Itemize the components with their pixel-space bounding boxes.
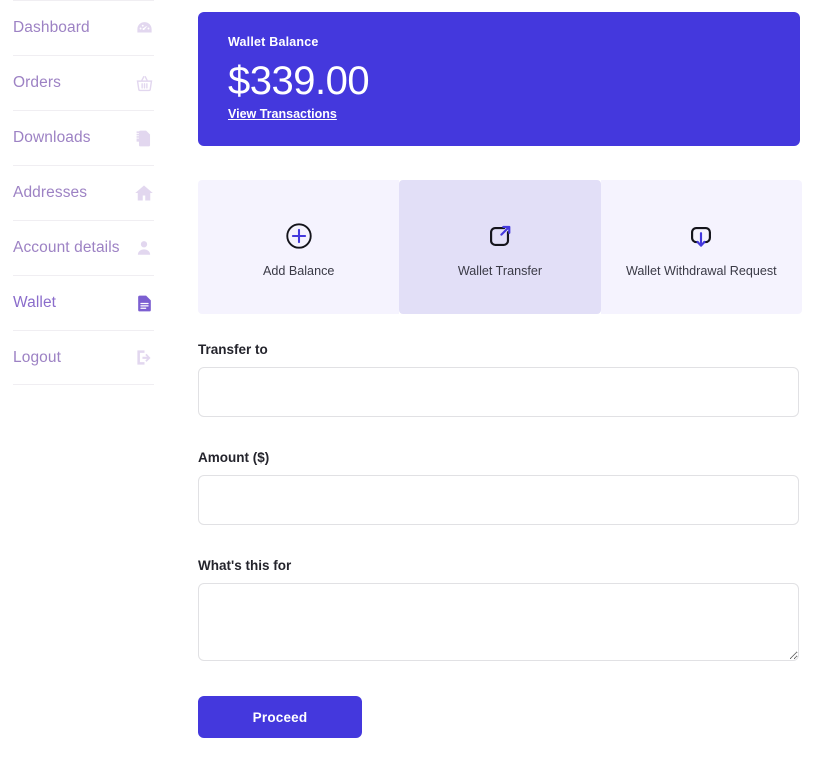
sidebar-item-label: Orders [13, 74, 61, 92]
sidebar-item-label: Downloads [13, 129, 91, 147]
tab-add-balance[interactable]: Add Balance [198, 180, 399, 314]
purpose-label: What's this for [198, 558, 799, 573]
wallet-main-content: Wallet Balance $339.00 View Transactions… [198, 0, 800, 738]
tab-label: Wallet Transfer [458, 264, 542, 278]
sidebar-menu: Dashboard Orders Downl [0, 0, 167, 385]
withdraw-arrow-icon [679, 216, 723, 256]
sidebar-item-label: Wallet [13, 294, 56, 312]
form-spacer [198, 417, 799, 450]
form-spacer [198, 525, 799, 558]
wallet-account-page: Dashboard Orders Downl [0, 0, 824, 776]
wallet-balance-title: Wallet Balance [228, 36, 770, 49]
transfer-to-input[interactable] [198, 367, 799, 417]
basket-icon [134, 73, 154, 93]
tab-label: Add Balance [263, 264, 334, 278]
tab-wallet-transfer[interactable]: Wallet Transfer [399, 180, 600, 314]
view-transactions-link[interactable]: View Transactions [228, 107, 337, 121]
wallet-balance-amount: $339.00 [228, 59, 770, 103]
download-file-icon [134, 128, 154, 148]
sidebar-item-addresses[interactable]: Addresses [13, 165, 154, 220]
sidebar-item-downloads[interactable]: Downloads [13, 110, 154, 165]
purpose-textarea[interactable] [198, 583, 799, 661]
tab-label: Wallet Withdrawal Request [626, 264, 777, 278]
amount-label: Amount ($) [198, 450, 799, 465]
tab-wallet-withdrawal-request[interactable]: Wallet Withdrawal Request [601, 180, 802, 314]
wallet-action-tabs: Add Balance Wallet Transfer [198, 180, 802, 314]
document-icon [134, 293, 154, 313]
external-link-icon [478, 216, 522, 256]
field-transfer-to: Transfer to [198, 342, 799, 417]
sidebar-item-label: Logout [13, 349, 61, 367]
sidebar-item-orders[interactable]: Orders [13, 55, 154, 110]
sidebar-item-label: Addresses [13, 184, 87, 202]
home-icon [134, 183, 154, 203]
wallet-balance-card: Wallet Balance $339.00 View Transactions [198, 12, 800, 146]
sidebar-item-label: Account details [13, 239, 120, 257]
plus-circle-icon [277, 216, 321, 256]
sidebar-item-label: Dashboard [13, 19, 90, 37]
field-amount: Amount ($) [198, 450, 799, 525]
amount-input[interactable] [198, 475, 799, 525]
sidebar-item-wallet[interactable]: Wallet [13, 275, 154, 330]
logout-icon [134, 348, 154, 368]
sidebar-item-dashboard[interactable]: Dashboard [13, 0, 154, 55]
speedometer-icon [134, 18, 154, 38]
user-icon [134, 238, 154, 258]
wallet-transfer-form: Transfer to Amount ($) What's this for P… [198, 342, 799, 738]
proceed-button[interactable]: Proceed [198, 696, 362, 738]
transfer-to-label: Transfer to [198, 342, 799, 357]
field-purpose: What's this for [198, 558, 799, 661]
account-sidebar: Dashboard Orders Downl [0, 0, 167, 776]
sidebar-item-logout[interactable]: Logout [13, 330, 154, 385]
sidebar-item-account-details[interactable]: Account details [13, 220, 154, 275]
